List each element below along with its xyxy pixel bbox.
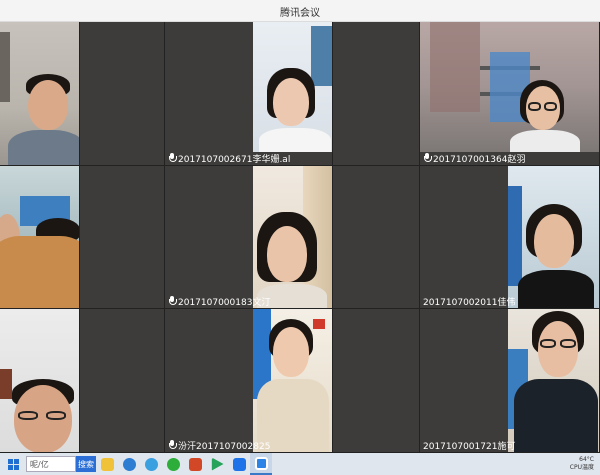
video-tile-off	[80, 22, 165, 166]
participant-namebar: 2017107000183文汀	[165, 294, 270, 308]
video-feed	[253, 309, 332, 452]
edge-browser-icon[interactable]	[118, 453, 140, 475]
video-tile-off	[333, 22, 420, 166]
video-tile-p5[interactable]: 2017107000183文汀	[165, 166, 333, 309]
participant-name: 2017107000183文汀	[178, 297, 271, 308]
taskbar-search-input[interactable]: 呢/亿	[26, 456, 76, 472]
video-tile-p2[interactable]: 2017107002671李华姗.al	[165, 22, 333, 166]
window-title: 腾讯会议	[280, 8, 320, 19]
participant-namebar: 2017107002011佳伟	[420, 294, 515, 308]
participant-name: 2017107002011佳伟	[423, 297, 516, 308]
participant-namebar: 2017107001364赵羽	[420, 151, 525, 165]
video-feed	[0, 22, 79, 165]
window-titlebar: 腾讯会议	[0, 0, 600, 22]
tray-cpu-label: CPU温度	[569, 464, 594, 471]
participant-name: 2017107001364赵羽	[433, 154, 526, 165]
video-feed	[253, 22, 332, 152]
file-explorer-icon[interactable]	[96, 453, 118, 475]
microphone-icon	[168, 440, 177, 450]
video-feed	[420, 22, 599, 152]
video-tile-p3[interactable]: 2017107001364赵羽	[420, 22, 600, 166]
video-feed	[0, 166, 79, 308]
participant-namebar: 2017107002671李华姗.al	[165, 151, 290, 165]
video-tile-off	[333, 309, 420, 453]
participant-namebar: 汾汗2017107002825	[165, 438, 270, 452]
microphone-icon	[168, 153, 177, 163]
windows-logo-icon	[7, 458, 19, 470]
video-feed	[0, 309, 79, 452]
video-tile-off	[80, 166, 165, 309]
participant-name: 2017107002671李华姗.al	[178, 154, 291, 165]
powerpoint-icon[interactable]	[184, 453, 206, 475]
video-tile-p4[interactable]	[0, 166, 80, 309]
start-button[interactable]	[0, 453, 26, 475]
microphone-icon	[168, 296, 177, 306]
participant-name: 汾汗2017107002825	[178, 441, 271, 452]
video-feed	[253, 166, 332, 308]
video-tile-p9[interactable]: 2017107001721施可	[420, 309, 600, 453]
video-tile-p1[interactable]	[0, 22, 80, 166]
video-tile-off	[80, 309, 165, 453]
taskbar-search-button[interactable]: 搜索	[76, 456, 96, 472]
video-tile-off	[333, 166, 420, 309]
system-tray[interactable]: 64°C CPU温度	[570, 456, 600, 472]
video-tile-p6[interactable]: 2017107002011佳伟	[420, 166, 600, 309]
video-tile-p8[interactable]: 汾汗2017107002825	[165, 309, 333, 453]
windows-taskbar: 呢/亿 搜索 64°C CPU温度	[0, 453, 600, 475]
video-feed	[508, 166, 599, 308]
video-grid: 2017107002671李华姗.al 2017107001364赵羽 2017…	[0, 22, 600, 453]
wechat-icon[interactable]	[162, 453, 184, 475]
tencent-meeting-icon[interactable]	[228, 453, 250, 475]
video-feed	[508, 309, 599, 452]
media-player-icon[interactable]	[206, 453, 228, 475]
participant-namebar: 2017107001721施可	[420, 438, 515, 452]
active-window-icon[interactable]	[250, 453, 272, 475]
video-tile-p7[interactable]	[0, 309, 80, 453]
browser-icon[interactable]	[140, 453, 162, 475]
microphone-icon	[423, 153, 432, 163]
tray-temperature: 64°C	[579, 456, 594, 463]
participant-name: 2017107001721施可	[423, 441, 516, 452]
